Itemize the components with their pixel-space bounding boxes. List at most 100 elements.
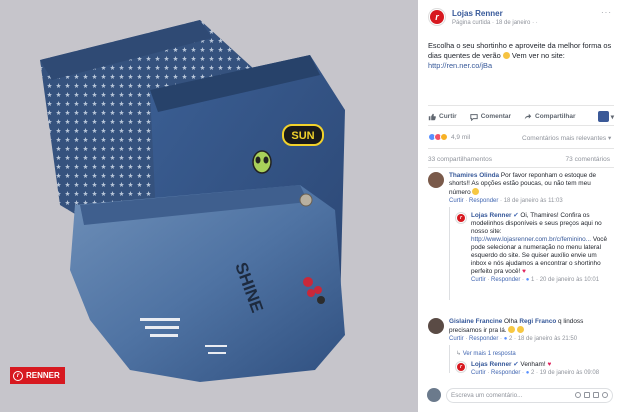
reply-thread-line [449,207,450,300]
comment-reply-link[interactable]: Responder [469,198,498,204]
page-avatar[interactable]: r [428,8,446,26]
gif-icon[interactable] [593,392,599,398]
sun-patch-text: SUN [291,130,314,142]
mention-link[interactable]: Regi Franco [519,318,556,325]
page-reply-avatar[interactable]: r [455,361,467,373]
page-name[interactable]: Lojas Renner [452,9,503,18]
comment-item: Thamires Olinda Por favor reponham o est… [428,172,614,205]
share-count[interactable]: 33 compartilhamentos [428,156,492,163]
reply-logo-letter: r [457,363,465,371]
share-button[interactable]: Compartilhar [524,113,576,121]
comment-icon [470,113,478,121]
camera-icon[interactable] [584,392,590,398]
reply-meta: Curtir · Responder · ● 1 · 20 de janeiro… [471,277,600,283]
commenter-name[interactable]: Thamires Olinda [449,172,499,179]
comment-text: Thamires Olinda Por favor reponham o est… [449,172,609,197]
view-more-label: Ver mais 1 resposta [462,351,516,357]
commenter-name[interactable]: Gislaine Francine [449,318,502,325]
current-user-avatar [427,388,441,402]
reply-like-link[interactable]: Curtir [471,277,486,283]
sad-emoji-icon [472,188,480,195]
reply-reply-link[interactable]: Responder [491,277,520,283]
share-label: Compartilhar [535,113,576,120]
more-options-icon[interactable]: ··· [601,8,612,17]
sticker-icon[interactable] [602,392,608,398]
heart-icon: ♥ [547,361,552,368]
denim-shorts-photo: SUN SHINE [0,0,418,412]
watermark-text: RENNER [26,371,60,380]
comment-date[interactable]: 18 de janeiro às 21:50 [518,336,577,342]
like-label: Curtir [439,113,457,120]
commenter-avatar[interactable] [428,318,444,334]
actor-selector[interactable]: ▾ [597,111,614,122]
view-more-replies[interactable]: ↳ Ver mais 1 resposta [456,350,516,357]
divider [428,167,614,168]
reply-author[interactable]: Lojas Renner [471,212,512,219]
globe-icon: · [535,20,538,26]
reactions-summary[interactable]: 4,9 mil [428,133,470,141]
comment-input[interactable]: Escreva um comentário... [446,387,613,403]
divider [428,125,614,126]
post-actions: Curtir Comentar Compartilhar ▾ [428,111,614,122]
post-caption: Escolha o seu shortinho e aproveite da m… [428,41,614,71]
comment-body: Olha [502,318,520,325]
comment-button[interactable]: Comentar [470,113,511,121]
reply-link[interactable]: http://www.lojasrenner.com.br/c/feminino… [471,236,591,243]
post-photo[interactable]: SUN SHINE r RENNER [0,0,418,412]
comment-reply-link[interactable]: Responder [469,336,498,342]
thumbs-up-icon [428,113,436,120]
comment-label: Comentar [480,113,512,120]
laugh-emoji-icon [508,326,516,333]
reply-reply-link[interactable]: Responder [491,370,520,376]
sun-emoji-icon [502,52,510,59]
reply-like-count: 2 [531,370,535,376]
comment-sort-dropdown[interactable]: Comentários mais relevantes ▾ [522,134,611,142]
comment-date[interactable]: 18 de janeiro às 11:03 [504,198,563,204]
page-reply-avatar[interactable]: r [455,212,467,224]
like-count-icon: ● [503,336,508,342]
smile-emoji-icon [517,326,525,333]
post-meta: Página curtida · 18 de janeiro · · [452,20,538,26]
reply-author[interactable]: Lojas Renner [471,361,512,368]
caption-cta: Vem ver no site: [509,51,565,60]
page-logo-letter: r [430,10,444,24]
chevron-down-icon: ▾ [610,113,614,121]
comment-count[interactable]: 73 comentários [566,156,610,163]
reaction-count: 4,9 mil [451,133,471,141]
emoji-icon[interactable] [575,392,581,398]
comment-text: Gislaine Francine Olha Regi Franco q lin… [449,318,609,335]
facebook-photo-viewer: SUN SHINE r RENNER r Lojas Renner Página… [0,0,620,412]
post-side-panel: r Lojas Renner Página curtida · 18 de ja… [418,0,620,412]
comment-like-link[interactable]: Curtir [449,336,464,342]
like-count-icon: ● [525,370,530,376]
reply-date[interactable]: 19 de janeiro às 09:08 [540,370,599,376]
comment-meta: Curtir · Responder · ● 2 · 18 de janeiro… [449,336,578,342]
commenter-avatar[interactable] [428,172,444,188]
wow-reaction-icon [440,133,448,141]
reply-date[interactable]: 20 de janeiro às 10:01 [540,277,599,283]
share-icon [524,113,532,119]
reply-item: r Lojas Renner ✔ Venham! ♥ Curtir · Resp… [455,361,615,377]
reply-like-link[interactable]: Curtir [471,370,486,376]
reply-logo-letter: r [457,214,465,222]
page-liked-label: Página curtida [452,20,491,26]
reply-arrow-icon: ↳ [456,351,462,357]
renner-watermark: r RENNER [10,367,65,384]
post-date[interactable]: 18 de janeiro [496,20,531,26]
comment-item: Gislaine Francine Olha Regi Franco q lin… [428,318,614,343]
reply-item: r Lojas Renner ✔ Oi, Thamires! Confira o… [455,212,615,284]
comment-meta: Curtir · Responder · 18 de janeiro às 11… [449,198,563,204]
divider [428,148,614,149]
caption-link[interactable]: http://ren.ner.co/jBa [428,61,492,70]
comment-like-link[interactable]: Curtir [449,198,464,204]
heart-icon: ♥ [522,268,526,275]
comment-like-count: 2 [509,336,513,342]
reply-thread-line [449,345,450,373]
comment-placeholder: Escreva um comentário... [451,391,523,399]
reply-body: Venham! [518,361,546,368]
divider [428,105,614,106]
reply-meta: Curtir · Responder · ● 2 · 19 de janeiro… [471,370,600,376]
comment-composer: Escreva um comentário... [427,386,613,404]
renner-r-icon: r [13,370,23,381]
like-button[interactable]: Curtir [428,113,457,121]
